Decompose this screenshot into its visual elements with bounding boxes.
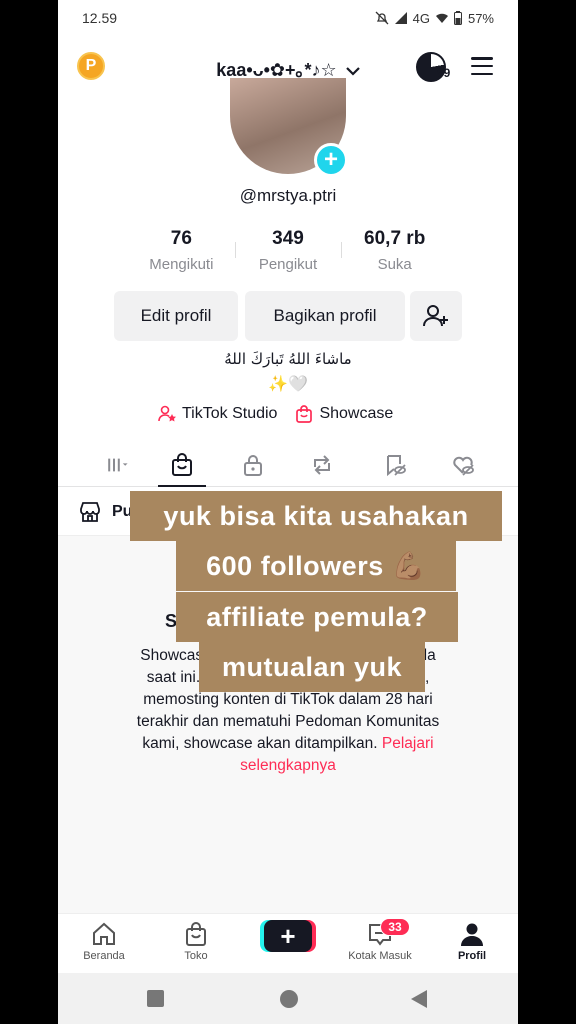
desc-line: memosting konten di TikTok dalam 28 hari (143, 691, 433, 708)
showcase-link[interactable]: Showcase (295, 405, 393, 423)
tab-saved[interactable] (375, 449, 415, 481)
add-user-icon (423, 305, 448, 327)
status-icons: 4G 57% (375, 11, 494, 26)
share-profile-button[interactable]: Bagikan profil (245, 291, 405, 341)
caption-line-2: 600 followers 💪🏽 (176, 541, 456, 591)
studio-label: TikTok Studio (182, 405, 278, 422)
wifi-icon (435, 13, 448, 23)
shopping-bag-icon (296, 405, 313, 423)
caption-line-1: yuk bisa kita usahakan (130, 491, 502, 541)
stat-label: Suka (377, 256, 412, 273)
home-button-icon[interactable] (279, 989, 299, 1009)
profile-views-count: 99 (437, 66, 451, 80)
lock-icon (244, 455, 262, 476)
battery-icon (453, 11, 462, 25)
stat-value: 349 (272, 228, 304, 249)
tiktok-studio-link[interactable]: TikTok Studio (158, 405, 277, 423)
chevron-down-icon (345, 67, 360, 76)
profile-stats: 76 Mengikuti 349 Pengikut 60,7 rb Suka (128, 228, 448, 273)
stat-followers[interactable]: 349 Pengikut (234, 228, 342, 273)
add-story-button[interactable]: + (314, 143, 348, 177)
inbox-badge: 33 (380, 918, 410, 936)
stat-label: Mengikuti (149, 256, 214, 273)
bottom-nav: Beranda Toko + Kotak Masuk 33 Profil (58, 913, 518, 973)
caption-line-3: affiliate pemula? (176, 592, 458, 642)
home-icon (93, 922, 115, 945)
status-bar: 12.59 4G 57% (58, 0, 518, 36)
learn-more-link-cont[interactable]: selengkapnya (108, 755, 468, 777)
desc-line: kami, showcase akan ditampilkan. Pelajar… (108, 733, 468, 755)
network-type: 4G (412, 10, 430, 26)
nav-shop-label: Toko (184, 950, 208, 962)
profile-links: TikTok Studio Showcase (158, 405, 393, 423)
phone-screen: 12.59 4G 57% P kaa•ᴗ•✿+｡*♪☆ 99 + @mrstya… (58, 0, 518, 1024)
tab-showcase[interactable] (158, 449, 206, 487)
signal-icon (394, 12, 407, 24)
system-nav-bar (58, 973, 518, 1024)
desc-line: terakhir dan mematuhi Pedoman Komunitas (136, 713, 440, 730)
desc-text: kami, showcase akan ditampilkan. (142, 735, 378, 752)
nav-profile-label: Profil (457, 950, 487, 962)
profile-handle: @mrstya.ptri (239, 186, 337, 205)
recents-icon[interactable] (146, 989, 166, 1009)
bio-line-2: ✨🤍 (268, 374, 308, 393)
studio-icon (158, 405, 176, 422)
edit-profile-button[interactable]: Edit profil (114, 291, 238, 341)
create-button[interactable]: + (264, 920, 312, 952)
stat-likes[interactable]: 60,7 rb Suka (341, 228, 448, 273)
add-friends-button[interactable] (410, 291, 462, 341)
tab-reposts[interactable] (302, 449, 342, 481)
status-time: 12.59 (82, 10, 118, 26)
menu-icon[interactable] (471, 57, 493, 75)
back-icon[interactable] (409, 989, 429, 1009)
tab-liked[interactable] (443, 449, 483, 481)
username-label: kaa•ᴗ•✿+｡*♪☆ (216, 60, 337, 80)
heart-hidden-icon (453, 456, 474, 476)
stat-label: Pengikut (258, 256, 318, 273)
nav-inbox-label: Kotak Masuk (348, 950, 412, 962)
showcase-label: Showcase (319, 405, 394, 422)
tab-private[interactable] (233, 449, 273, 481)
grid-icon (108, 458, 128, 472)
profile-icon (461, 923, 483, 946)
content-tabs (58, 443, 518, 487)
mute-icon (375, 11, 389, 25)
stat-following[interactable]: 76 Mengikuti (128, 228, 235, 273)
nav-profile[interactable]: Profil (432, 920, 512, 962)
nav-shop[interactable]: Toko (156, 920, 236, 962)
battery-level: 57% (467, 10, 494, 26)
bio-line-1: ماشاءَ اللهُ تَبارَكَ اللهُ (224, 350, 352, 368)
learn-more-link[interactable]: Pelajari (382, 735, 434, 752)
nav-home[interactable]: Beranda (64, 920, 144, 962)
tab-videos[interactable] (98, 449, 138, 481)
caption-line-4: mutualan yuk (199, 642, 425, 692)
stat-value: 76 (170, 228, 192, 249)
store-icon (80, 502, 100, 522)
shopping-bag-icon (186, 922, 206, 946)
bookmark-hidden-icon (387, 455, 406, 477)
nav-home-label: Beranda (83, 950, 125, 962)
repost-icon (314, 455, 330, 475)
stat-value: 60,7 rb (364, 228, 426, 249)
shopping-bag-icon (172, 453, 192, 476)
